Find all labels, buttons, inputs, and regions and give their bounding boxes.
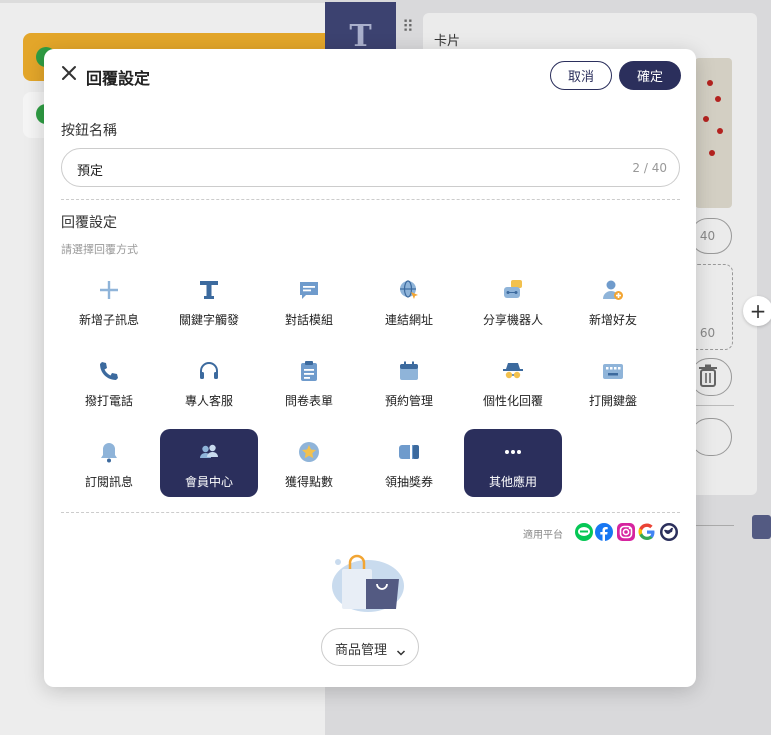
option-lottery-ticket[interactable]: 領抽獎券	[360, 429, 458, 497]
star-coin-icon	[298, 441, 320, 463]
ticket-icon	[398, 441, 420, 463]
add-button[interactable]: +	[743, 296, 771, 326]
option-label: 個性化回覆	[482, 394, 543, 408]
option-get-points[interactable]: 獲得點數	[260, 429, 358, 497]
option-label: 分享機器人	[482, 313, 543, 327]
spy-icon	[502, 360, 524, 382]
option-subscribe-message[interactable]: 訂閱訊息	[60, 429, 158, 497]
webchat-icon	[660, 523, 678, 541]
clipboard-icon	[298, 360, 320, 382]
option-label: 新增子訊息	[78, 313, 139, 327]
drag-handle-icon: ⠿	[402, 17, 414, 36]
add-friend-icon	[602, 279, 624, 301]
reply-hint: 請選擇回覆方式	[61, 243, 138, 256]
bg-field-pill	[690, 418, 732, 456]
option-label: 獲得點數	[284, 475, 333, 489]
dashed-divider	[61, 512, 680, 513]
option-other-apps[interactable]: 其他應用	[464, 429, 562, 497]
option-phone-call[interactable]: 撥打電話	[60, 348, 158, 416]
modal-title: 回覆設定	[86, 69, 151, 88]
headset-icon	[198, 360, 220, 382]
left-panel-top-border	[0, 0, 325, 3]
facebook-icon	[595, 523, 613, 541]
platforms-label: 適用平台	[523, 530, 563, 541]
more-dots-icon	[502, 441, 524, 463]
trash-icon	[698, 364, 718, 393]
option-add-friend[interactable]: 新增好友	[564, 267, 662, 335]
product-management-select[interactable]: 商品管理	[321, 628, 419, 666]
bg-divider	[690, 405, 734, 406]
product-bag-icon	[330, 554, 410, 614]
option-label: 其他應用	[488, 475, 537, 489]
option-label: 打開鍵盤	[588, 394, 637, 408]
option-label: 撥打電話	[84, 394, 133, 408]
members-icon	[198, 441, 220, 463]
keyboard-icon	[602, 360, 624, 382]
button-name-value: 預定	[77, 164, 104, 179]
char-counter: 2 / 40	[632, 161, 667, 175]
bell-icon	[98, 441, 120, 463]
button-name-input[interactable]: 預定 2 / 40	[61, 148, 680, 187]
option-label: 領抽獎券	[384, 475, 433, 489]
option-keyword-trigger[interactable]: 關鍵字觸發	[160, 267, 258, 335]
plus-icon	[98, 279, 120, 301]
option-label: 專人客服	[184, 394, 233, 408]
chevron-down-icon	[396, 643, 406, 656]
bg-divider	[690, 525, 734, 526]
instagram-icon	[617, 523, 635, 541]
reply-settings-label: 回覆設定	[61, 215, 117, 231]
phone-icon	[98, 360, 120, 382]
google-icon	[638, 523, 656, 541]
option-booking[interactable]: 預約管理	[360, 348, 458, 416]
dashed-divider	[61, 199, 680, 200]
reply-settings-modal: 回覆設定 取消 確定 按鈕名稱 預定 2 / 40 回覆設定 請選擇回覆方式 新…	[44, 49, 696, 687]
option-share-bot[interactable]: 分享機器人	[464, 267, 562, 335]
option-survey-form[interactable]: 問卷表單	[260, 348, 358, 416]
chat-bubble-icon	[298, 279, 320, 301]
bg-square-button	[752, 515, 771, 539]
card-panel-title: 卡片	[434, 34, 461, 49]
card-image	[695, 58, 732, 208]
calendar-icon	[398, 360, 420, 382]
option-label: 新增好友	[588, 313, 637, 327]
text-t-icon	[198, 279, 220, 301]
option-link-url[interactable]: 連結網址	[360, 267, 458, 335]
option-member-center[interactable]: 會員中心	[160, 429, 258, 497]
option-label: 問卷表單	[284, 394, 333, 408]
option-label: 對話模組	[284, 313, 333, 327]
option-label: 訂閱訊息	[84, 475, 133, 489]
option-label: 預約管理	[384, 394, 433, 408]
share-bot-icon	[502, 279, 524, 301]
option-label: 會員中心	[184, 475, 233, 489]
option-open-keyboard[interactable]: 打開鍵盤	[564, 348, 662, 416]
confirm-button[interactable]: 確定	[619, 61, 681, 90]
close-icon[interactable]	[61, 65, 77, 81]
option-add-sub-message[interactable]: 新增子訊息	[60, 267, 158, 335]
option-customer-service[interactable]: 專人客服	[160, 348, 258, 416]
globe-link-icon	[398, 279, 420, 301]
line-icon	[575, 523, 593, 541]
option-label: 連結網址	[384, 313, 433, 327]
option-personalized-reply[interactable]: 個性化回覆	[464, 348, 562, 416]
option-dialog-module[interactable]: 對話模組	[260, 267, 358, 335]
button-name-label: 按鈕名稱	[61, 123, 117, 139]
cancel-button[interactable]: 取消	[550, 61, 612, 90]
select-value: 商品管理	[335, 643, 388, 658]
option-label: 關鍵字觸發	[178, 313, 239, 327]
